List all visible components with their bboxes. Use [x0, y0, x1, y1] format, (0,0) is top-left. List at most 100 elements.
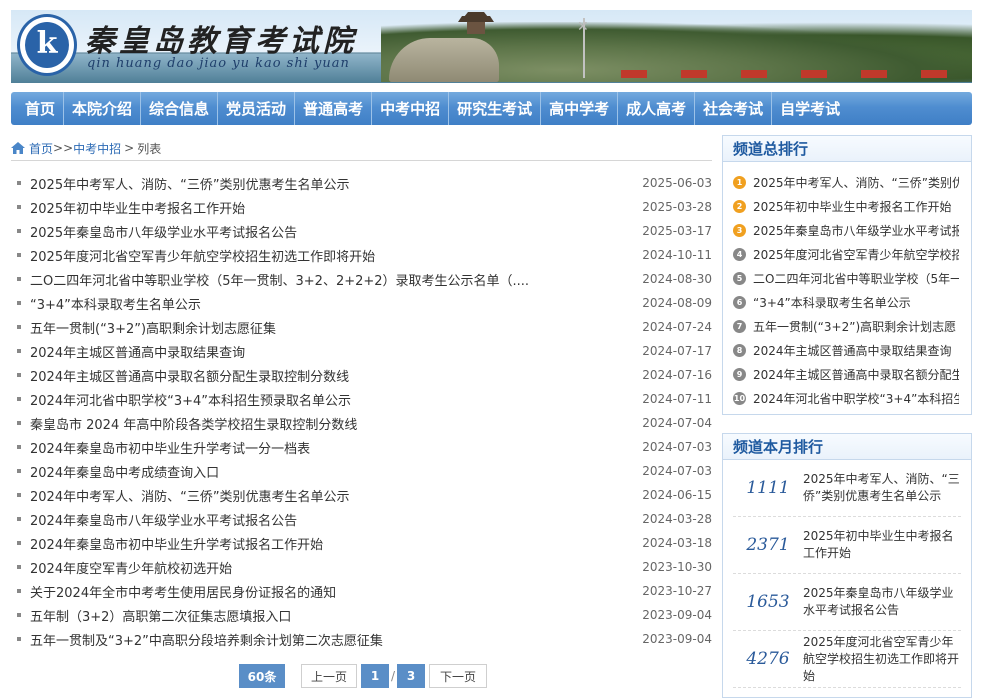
rank-title[interactable]: 2024年主城区普通高中录取名额分配生	[753, 366, 959, 383]
article-title[interactable]: 2025年度河北省空军青少年航空学校招生初选工作即将开始	[30, 246, 642, 265]
list-item[interactable]: 2024年秦皇岛市初中毕业生升学考试一分一档表 2024-07-03	[11, 435, 712, 459]
bullet-icon	[17, 205, 21, 209]
nav-item[interactable]: 成人高考	[618, 92, 696, 125]
list-item[interactable]: 2025年初中毕业生中考报名工作开始 2025-03-28	[11, 195, 712, 219]
nav-item[interactable]: 党员活动	[218, 92, 296, 125]
total-pages[interactable]: 3	[397, 664, 425, 688]
pagination: 60条 上一页 1 / 3 下一页	[239, 664, 487, 688]
monthly-rank-item[interactable]: 1111 2025年中考军人、消防、“三侨”类别优惠考生名单公示	[733, 460, 961, 517]
list-item[interactable]: 2024年度空军青少年航校初选开始 2023-10-30	[11, 555, 712, 579]
rank-number-badge: 10	[733, 391, 746, 405]
list-item[interactable]: 2024年秦皇岛中考成绩查询入口 2024-07-03	[11, 459, 712, 483]
article-title[interactable]: 2025年秦皇岛市八年级学业水平考试报名公告	[30, 222, 642, 241]
rank-item[interactable]: 8 2024年主城区普通高中录取结果查询	[733, 338, 971, 362]
rank-title[interactable]: 二O二四年河北省中等职业学校（5年一	[753, 270, 959, 287]
article-title[interactable]: 2024年秦皇岛市初中毕业生升学考试报名工作开始	[30, 534, 642, 553]
rank-title[interactable]: 2025年中考军人、消防、“三侨”类别优	[753, 174, 959, 191]
home-icon[interactable]	[11, 142, 25, 154]
list-item[interactable]: 2025年度河北省空军青少年航空学校招生初选工作即将开始 2024-10-11	[11, 243, 712, 267]
bullet-icon	[17, 637, 21, 641]
article-title[interactable]: “3+4”本科录取考生名单公示	[30, 294, 642, 313]
monthly-rank-title[interactable]: 2025年度河北省空军青少年航空学校招生初选工作即将开始	[803, 634, 961, 685]
article-title[interactable]: 五年一贯制及“3+2”中高职分段培养剩余计划第二次志愿征集	[30, 630, 642, 649]
monthly-rank-title[interactable]: 2025年初中毕业生中考报名工作开始	[803, 528, 961, 562]
rank-item[interactable]: 1 2025年中考军人、消防、“三侨”类别优	[733, 170, 971, 194]
rank-title[interactable]: 2025年初中毕业生中考报名工作开始	[753, 198, 959, 215]
article-title[interactable]: 2024年中考军人、消防、“三侨”类别优惠考生名单公示	[30, 486, 642, 505]
list-item[interactable]: 2024年秦皇岛市初中毕业生升学考试报名工作开始 2024-03-18	[11, 531, 712, 555]
list-item[interactable]: 2024年主城区普通高中录取结果查询 2024-07-17	[11, 339, 712, 363]
monthly-rank-title[interactable]: 2025年中考军人、消防、“三侨”类别优惠考生名单公示	[803, 471, 961, 505]
article-title[interactable]: 2024年秦皇岛中考成绩查询入口	[30, 462, 642, 481]
article-title[interactable]: 2024年主城区普通高中录取名额分配生录取控制分数线	[30, 366, 642, 385]
next-page-button[interactable]: 下一页	[429, 664, 487, 688]
list-item[interactable]: 五年制（3+2）高职第二次征集志愿填报入口 2023-09-04	[11, 603, 712, 627]
bullet-icon	[17, 517, 21, 521]
rank-item[interactable]: 9 2024年主城区普通高中录取名额分配生	[733, 362, 971, 386]
article-title[interactable]: 二O二四年河北省中等职业学校（5年一贯制、3+2、2+2+2）录取考生公示名单（…	[30, 270, 642, 289]
prev-page-button[interactable]: 上一页	[301, 664, 357, 688]
monthly-rank-title[interactable]: 2025年秦皇岛市八年级学业水平考试报名公告	[803, 585, 961, 619]
list-item[interactable]: 2024年中考军人、消防、“三侨”类别优惠考生名单公示 2024-06-15	[11, 483, 712, 507]
article-title[interactable]: 秦皇岛市 2024 年高中阶段各类学校招生录取控制分数线	[30, 414, 642, 433]
article-date: 2024-10-11	[642, 248, 712, 262]
nav-item[interactable]: 自学考试	[772, 92, 848, 125]
list-item[interactable]: 2024年秦皇岛市八年级学业水平考试报名公告 2024-03-28	[11, 507, 712, 531]
article-title[interactable]: 五年一贯制(“3+2”)高职剩余计划志愿征集	[30, 318, 642, 337]
nav-item[interactable]: 综合信息	[141, 92, 219, 125]
list-item[interactable]: “3+4”本科录取考生名单公示 2024-08-09	[11, 291, 712, 315]
monthly-rank-item[interactable]: 4276 2025年度河北省空军青少年航空学校招生初选工作即将开始	[733, 631, 961, 688]
list-item[interactable]: 2024年河北省中职学校“3+4”本科招生预录取名单公示 2024-07-11	[11, 387, 712, 411]
monthly-rank-item[interactable]: 2371 2025年初中毕业生中考报名工作开始	[733, 517, 961, 574]
rank-item[interactable]: 3 2025年秦皇岛市八年级学业水平考试报	[733, 218, 971, 242]
article-title[interactable]: 2024年主城区普通高中录取结果查询	[30, 342, 642, 361]
rank-item[interactable]: 2 2025年初中毕业生中考报名工作开始	[733, 194, 971, 218]
article-title[interactable]: 2025年中考军人、消防、“三侨”类别优惠考生名单公示	[30, 174, 642, 193]
rank-title[interactable]: 2024年河北省中职学校“3+4”本科招生	[753, 390, 959, 407]
logo-letter: k	[25, 22, 69, 68]
nav-item[interactable]: 社会考试	[695, 92, 773, 125]
current-page[interactable]: 1	[361, 664, 389, 688]
rank-title[interactable]: 2025年秦皇岛市八年级学业水平考试报	[753, 222, 959, 239]
list-item[interactable]: 关于2024年全市中考考生使用居民身份证报名的通知 2023-10-27	[11, 579, 712, 603]
nav-item[interactable]: 高中学考	[541, 92, 619, 125]
article-title[interactable]: 五年制（3+2）高职第二次征集志愿填报入口	[30, 606, 642, 625]
rank-item[interactable]: 10 2024年河北省中职学校“3+4”本科招生	[733, 386, 971, 410]
breadcrumb-home[interactable]: 首页	[29, 140, 53, 157]
article-title[interactable]: 2024年秦皇岛市八年级学业水平考试报名公告	[30, 510, 642, 529]
rank-item[interactable]: 6 “3+4”本科录取考生名单公示	[733, 290, 971, 314]
pavilion-icon	[458, 12, 494, 34]
site-logo[interactable]: k	[17, 14, 77, 76]
breadcrumb-section[interactable]: 中考中招	[73, 140, 121, 157]
rank-item[interactable]: 4 2025年度河北省空军青少年航空学校招	[733, 242, 971, 266]
list-item[interactable]: 五年一贯制及“3+2”中高职分段培养剩余计划第二次志愿征集 2023-09-04	[11, 627, 712, 651]
rank-item[interactable]: 7 五年一贯制(“3+2”)高职剩余计划志愿	[733, 314, 971, 338]
article-date: 2025-03-17	[642, 224, 712, 238]
bullet-icon	[17, 349, 21, 353]
nav-item[interactable]: 研究生考试	[449, 92, 542, 125]
article-title[interactable]: 2024年度空军青少年航校初选开始	[30, 558, 642, 577]
list-item[interactable]: 秦皇岛市 2024 年高中阶段各类学校招生录取控制分数线 2024-07-04	[11, 411, 712, 435]
bullet-icon	[17, 469, 21, 473]
rank-title[interactable]: “3+4”本科录取考生名单公示	[753, 294, 959, 311]
list-item[interactable]: 五年一贯制(“3+2”)高职剩余计划志愿征集 2024-07-24	[11, 315, 712, 339]
rank-title[interactable]: 2024年主城区普通高中录取结果查询	[753, 342, 959, 359]
list-item[interactable]: 二O二四年河北省中等职业学校（5年一贯制、3+2、2+2+2）录取考生公示名单（…	[11, 267, 712, 291]
article-title[interactable]: 关于2024年全市中考考生使用居民身份证报名的通知	[30, 582, 642, 601]
list-item[interactable]: 2025年中考军人、消防、“三侨”类别优惠考生名单公示 2025-06-03	[11, 171, 712, 195]
list-item[interactable]: 2025年秦皇岛市八年级学业水平考试报名公告 2025-03-17	[11, 219, 712, 243]
nav-item[interactable]: 本院介绍	[64, 92, 142, 125]
article-title[interactable]: 2025年初中毕业生中考报名工作开始	[30, 198, 642, 217]
nav-item[interactable]: 中考中招	[372, 92, 450, 125]
nav-item[interactable]: 普通高考	[295, 92, 373, 125]
article-title[interactable]: 2024年河北省中职学校“3+4”本科招生预录取名单公示	[30, 390, 642, 409]
rank-title[interactable]: 五年一贯制(“3+2”)高职剩余计划志愿	[753, 318, 959, 335]
article-title[interactable]: 2024年秦皇岛市初中毕业生升学考试一分一档表	[30, 438, 642, 457]
rank-item[interactable]: 5 二O二四年河北省中等职业学校（5年一	[733, 266, 971, 290]
rank-title[interactable]: 2025年度河北省空军青少年航空学校招	[753, 246, 959, 263]
article-date: 2024-07-04	[642, 416, 712, 430]
list-item[interactable]: 2024年主城区普通高中录取名额分配生录取控制分数线 2024-07-16	[11, 363, 712, 387]
monthly-rank-item[interactable]: 1653 2025年秦皇岛市八年级学业水平考试报名公告	[733, 574, 961, 631]
monthly-rank-box: 频道本月排行 1111 2025年中考军人、消防、“三侨”类别优惠考生名单公示 23…	[722, 433, 972, 698]
nav-item[interactable]: 首页	[17, 92, 65, 125]
